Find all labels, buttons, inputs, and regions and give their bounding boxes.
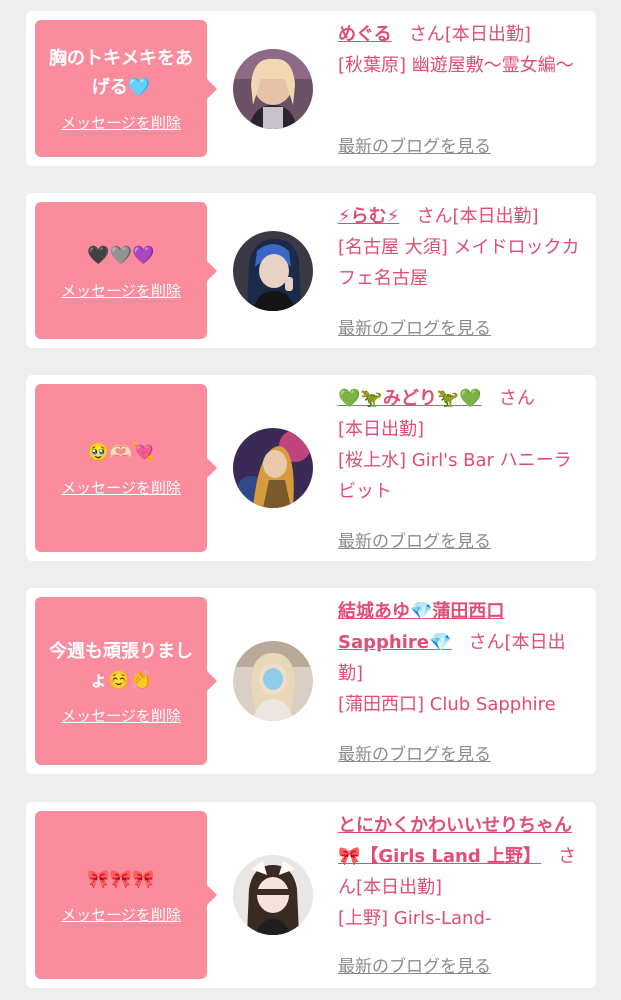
avatar[interactable] <box>233 49 313 129</box>
cast-info: とにかくかわいいせりちゃん🎀【Girls Land 上野】 さん[本日出勤] [… <box>338 810 586 934</box>
message-text: 今週も頑張りましょ☺️👏 <box>49 640 193 691</box>
message-text: 🎀🎀🎀 <box>87 869 155 890</box>
delete-message-link[interactable]: メッセージを削除 <box>61 705 181 726</box>
message-text: 🥹🫶🏻💘 <box>87 442 155 463</box>
honorific: さん <box>408 24 445 45</box>
message-card: 胸のトキメキをあげる🩵 メッセージを削除 めぐる さん[本日出勤] [秋葉原] … <box>26 11 596 166</box>
message-card: 🥹🫶🏻💘 メッセージを削除 💚🦖みどり🦖💚 さん [本日出勤] [桜上水] Gi… <box>26 375 596 561</box>
latest-blog-link[interactable]: 最新のブログを見る <box>338 952 491 977</box>
avatar[interactable] <box>233 855 313 935</box>
honorific: さん <box>468 632 505 653</box>
latest-blog-link[interactable]: 最新のブログを見る <box>338 132 491 157</box>
delete-message-link[interactable]: メッセージを削除 <box>61 904 181 925</box>
cast-name-link[interactable]: 💚🦖みどり🦖💚 <box>338 388 482 409</box>
shop-name: [蒲田西口] Club Sapphire <box>338 694 556 715</box>
message-list: 胸のトキメキをあげる🩵 メッセージを削除 めぐる さん[本日出勤] [秋葉原] … <box>0 0 621 1000</box>
latest-blog-link[interactable]: 最新のブログを見る <box>338 740 491 765</box>
message-card: 今週も頑張りましょ☺️👏 メッセージを削除 結城あゆ💎蒲田西口Sapphire💎… <box>26 588 596 774</box>
cast-name-link[interactable]: とにかくかわいいせりちゃん🎀【Girls Land 上野】 <box>338 815 572 867</box>
attendance-status: [本日出勤] <box>338 419 425 440</box>
avatar[interactable] <box>233 428 313 508</box>
latest-blog-link[interactable]: 最新のブログを見る <box>338 314 491 339</box>
shop-name: [桜上水] Girl's Bar ハニーラビット <box>338 450 572 502</box>
cast-name-link[interactable]: めぐる <box>338 24 392 45</box>
cast-info: ⚡らむ⚡ さん[本日出勤] [名古屋 大須] メイドロックカフェ名古屋 <box>338 201 586 294</box>
message-text: 🖤🩶💜 <box>87 244 155 266</box>
message-bubble: 🖤🩶💜 メッセージを削除 <box>35 202 217 339</box>
message-card: 🖤🩶💜 メッセージを削除 ⚡らむ⚡ さん[本日出勤] [名古屋 大須] メイドロ… <box>26 193 596 348</box>
delete-message-link[interactable]: メッセージを削除 <box>61 112 181 133</box>
shop-name: [秋葉原] 幽遊屋敷〜霊女編〜 <box>338 55 574 76</box>
attendance-status: [本日出勤] <box>444 24 531 45</box>
attendance-status: [本日出勤] <box>452 206 539 227</box>
honorific: さん <box>498 388 535 409</box>
message-text: 胸のトキメキをあげる🩵 <box>49 48 193 98</box>
honorific: さん <box>416 206 453 227</box>
avatar[interactable] <box>233 231 313 311</box>
cast-info: 結城あゆ💎蒲田西口Sapphire💎 さん[本日出勤] [蒲田西口] Club … <box>338 596 586 720</box>
shop-name: [上野] Girls-Land- <box>338 908 492 929</box>
latest-blog-link[interactable]: 最新のブログを見る <box>338 527 491 552</box>
attendance-status: [本日出勤] <box>356 877 443 898</box>
message-bubble: 🥹🫶🏻💘 メッセージを削除 <box>35 384 217 552</box>
delete-message-link[interactable]: メッセージを削除 <box>61 280 181 301</box>
cast-name-link[interactable]: ⚡らむ⚡ <box>338 206 399 227</box>
message-bubble: 🎀🎀🎀 メッセージを削除 <box>35 811 217 979</box>
message-card: 🎀🎀🎀 メッセージを削除 とにかくかわいいせりちゃん🎀【Girls Land 上… <box>26 802 596 988</box>
cast-info: めぐる さん[本日出勤] [秋葉原] 幽遊屋敷〜霊女編〜 <box>338 19 586 81</box>
message-bubble: 胸のトキメキをあげる🩵 メッセージを削除 <box>35 20 217 157</box>
cast-info: 💚🦖みどり🦖💚 さん [本日出勤] [桜上水] Girl's Bar ハニーラビ… <box>338 383 586 507</box>
message-bubble: 今週も頑張りましょ☺️👏 メッセージを削除 <box>35 597 217 765</box>
delete-message-link[interactable]: メッセージを削除 <box>61 477 181 498</box>
shop-name: [名古屋 大須] メイドロックカフェ名古屋 <box>338 237 580 289</box>
avatar[interactable] <box>233 641 313 721</box>
